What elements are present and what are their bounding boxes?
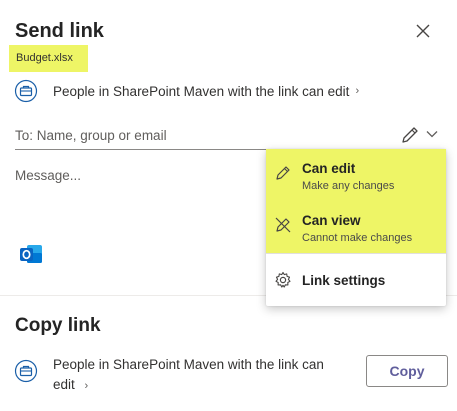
message-input[interactable]: [15, 168, 265, 218]
menu-item-can-edit[interactable]: Can edit Make any changes: [266, 149, 446, 201]
file-name: Budget.xlsx: [16, 52, 73, 64]
briefcase-globe-icon: [14, 79, 38, 103]
can-view-description: Cannot make changes: [302, 232, 413, 244]
copy-link-text-line1: People in SharePoint Maven with the link…: [53, 357, 324, 372]
chevron-right-icon: ›: [84, 380, 89, 392]
pencil-slash-icon: [275, 217, 291, 233]
briefcase-globe-icon: [14, 359, 38, 383]
menu-item-can-view[interactable]: Can view Cannot make changes: [266, 201, 446, 253]
permission-menu-button[interactable]: [399, 125, 421, 145]
gear-icon: [275, 271, 291, 288]
copy-link-title: Copy link: [15, 315, 101, 336]
share-via-outlook-button[interactable]: [18, 241, 44, 267]
close-button[interactable]: [414, 22, 432, 40]
recipient-input[interactable]: [15, 124, 385, 146]
permission-dropdown-menu: Can edit Make any changes Can view Canno…: [266, 149, 446, 306]
can-view-label: Can view: [302, 213, 361, 228]
chevron-right-icon: ›: [355, 85, 360, 97]
link-permission-text: People in SharePoint Maven with the link…: [53, 83, 350, 99]
pencil-icon: [402, 127, 418, 143]
menu-item-link-settings[interactable]: Link settings: [266, 254, 446, 306]
outlook-icon: [20, 245, 42, 263]
link-permission-settings[interactable]: People in SharePoint Maven with the link…: [14, 78, 359, 104]
close-icon: [416, 24, 430, 38]
dialog-title: Send link: [15, 20, 104, 42]
can-edit-description: Make any changes: [302, 180, 395, 192]
copy-link-permission-text: People in SharePoint Maven with the link…: [53, 355, 343, 396]
copy-link-permission[interactable]: People in SharePoint Maven with the link…: [14, 355, 344, 396]
recipient-field: [15, 124, 440, 150]
permission-dropdown-toggle[interactable]: [425, 127, 439, 141]
pencil-icon: [276, 166, 290, 180]
chevron-down-icon: [426, 131, 438, 138]
copy-button[interactable]: Copy: [366, 355, 448, 387]
link-settings-label: Link settings: [302, 273, 386, 288]
can-edit-label: Can edit: [302, 161, 356, 176]
copy-link-text-line2: edit: [53, 377, 75, 392]
